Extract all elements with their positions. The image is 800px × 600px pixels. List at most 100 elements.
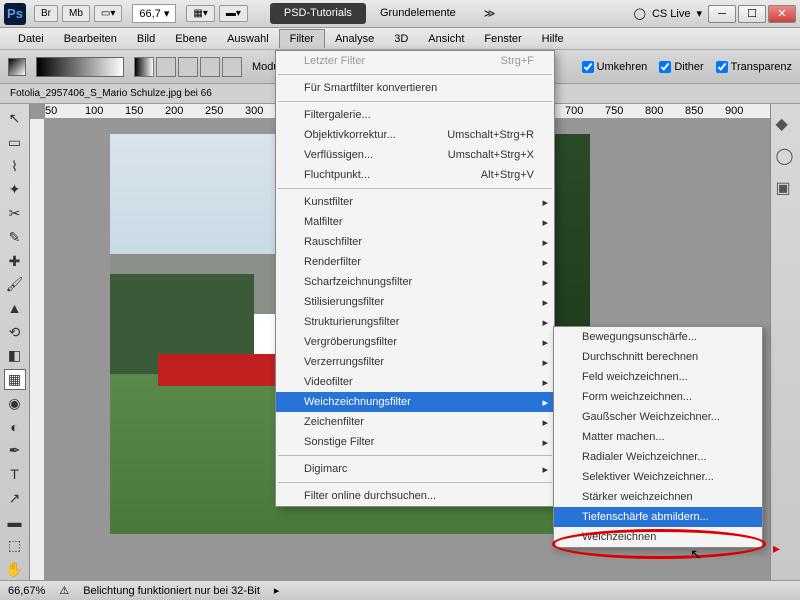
- statusbar: 66,67% ⚠ Belichtung funktioniert nur bei…: [0, 580, 800, 600]
- annotation-arrow: ▸: [773, 540, 780, 557]
- tool-preset-icon[interactable]: [8, 58, 26, 76]
- dd-scharf[interactable]: Scharfzeichnungsfilter▸: [276, 272, 554, 292]
- zoom-display[interactable]: 66,7 ▾: [132, 4, 176, 23]
- checkbox-transparenz[interactable]: Transparenz: [716, 61, 792, 73]
- dd-verzerrung[interactable]: Verzerrungsfilter▸: [276, 352, 554, 372]
- gradient-radial[interactable]: [156, 57, 176, 77]
- bridge-button[interactable]: Br: [34, 5, 58, 22]
- dd-online[interactable]: Filter online durchsuchen...: [276, 486, 554, 506]
- status-info-icon: ⚠: [59, 584, 69, 597]
- viewextras-button[interactable]: ▦▾: [186, 5, 214, 22]
- workspace-tab-2[interactable]: Grundelemente: [366, 3, 470, 24]
- sm-bewegung[interactable]: Bewegungsunschärfe...: [554, 327, 762, 347]
- checkbox-dither[interactable]: Dither: [659, 61, 703, 73]
- dd-rauschfilter[interactable]: Rauschfilter▸: [276, 232, 554, 252]
- close-button[interactable]: ✕: [768, 5, 796, 23]
- crop-tool[interactable]: ✂: [4, 203, 26, 225]
- status-info: Belichtung funktioniert nur bei 32-Bit: [83, 585, 260, 597]
- dd-zeichen[interactable]: Zeichenfilter▸: [276, 412, 554, 432]
- dd-video[interactable]: Videofilter▸: [276, 372, 554, 392]
- minibridge-button[interactable]: Mb: [62, 5, 90, 22]
- sm-gauss[interactable]: Gaußscher Weichzeichner...: [554, 407, 762, 427]
- ruler-vertical: [30, 119, 45, 580]
- sm-tiefen[interactable]: Tiefenschärfe abmildern...: [554, 507, 762, 527]
- menu-ebene[interactable]: Ebene: [165, 30, 217, 48]
- gradient-reflected[interactable]: [200, 57, 220, 77]
- gradient-diamond[interactable]: [222, 57, 242, 77]
- 3d-tool[interactable]: ⬚: [4, 535, 26, 557]
- cslive-icon: ◯: [634, 7, 646, 20]
- filter-dropdown: Letzter FilterStrg+F Für Smartfilter kon…: [275, 50, 555, 507]
- gradient-preview[interactable]: [36, 57, 124, 77]
- menu-analyse[interactable]: Analyse: [325, 30, 384, 48]
- history-tool[interactable]: ⟲: [4, 321, 26, 343]
- gradient-linear[interactable]: [134, 57, 154, 77]
- screenmode-button[interactable]: ▭▾: [94, 5, 122, 22]
- sm-staerker[interactable]: Stärker weichzeichnen: [554, 487, 762, 507]
- wand-tool[interactable]: ✦: [4, 179, 26, 201]
- toolbox: ↖ ▭ ⌇ ✦ ✂ ✎ ✚ 🖌 ▲ ⟲ ◧ ▦ ◉ ◐ ✒ T ↗ ▬ ⬚ ✋: [0, 104, 30, 580]
- dd-malfilter[interactable]: Malfilter▸: [276, 212, 554, 232]
- eraser-tool[interactable]: ◧: [4, 345, 26, 367]
- dd-digimarc[interactable]: Digimarc▸: [276, 459, 554, 479]
- dd-renderfilter[interactable]: Renderfilter▸: [276, 252, 554, 272]
- sm-feld[interactable]: Feld weichzeichnen...: [554, 367, 762, 387]
- marquee-tool[interactable]: ▭: [4, 132, 26, 154]
- eyedropper-tool[interactable]: ✎: [4, 227, 26, 249]
- sm-form[interactable]: Form weichzeichnen...: [554, 387, 762, 407]
- dd-struktur[interactable]: Strukturierungsfilter▸: [276, 312, 554, 332]
- dd-objektiv[interactable]: Objektivkorrektur...Umschalt+Strg+R: [276, 125, 554, 145]
- path-tool[interactable]: ↗: [4, 487, 26, 509]
- menu-bild[interactable]: Bild: [127, 30, 165, 48]
- pen-tool[interactable]: ✒: [4, 440, 26, 462]
- dd-weich[interactable]: Weichzeichnungsfilter▸: [276, 392, 554, 412]
- dd-smartfilter[interactable]: Für Smartfilter konvertieren: [276, 78, 554, 98]
- sm-selektiv[interactable]: Selektiver Weichzeichner...: [554, 467, 762, 487]
- type-tool[interactable]: T: [4, 464, 26, 486]
- dd-verfluessigen[interactable]: Verflüssigen...Umschalt+Strg+X: [276, 145, 554, 165]
- menu-bearbeiten[interactable]: Bearbeiten: [54, 30, 127, 48]
- menu-filter[interactable]: Filter: [279, 29, 325, 48]
- gradient-tool[interactable]: ▦: [4, 369, 26, 391]
- status-zoom[interactable]: 66,67%: [8, 585, 45, 597]
- minimize-button[interactable]: ─: [708, 5, 736, 23]
- dd-stil[interactable]: Stilisierungsfilter▸: [276, 292, 554, 312]
- brush-tool[interactable]: 🖌: [4, 274, 26, 296]
- heal-tool[interactable]: ✚: [4, 250, 26, 272]
- dd-vergroeberung[interactable]: Vergröberungsfilter▸: [276, 332, 554, 352]
- dd-kunstfilter[interactable]: Kunstfilter▸: [276, 192, 554, 212]
- right-panel: ◆ ◯ ▣: [770, 104, 800, 580]
- gradient-angle[interactable]: [178, 57, 198, 77]
- sm-weichzeichnen[interactable]: Weichzeichnen: [554, 527, 762, 547]
- dodge-tool[interactable]: ◐: [4, 416, 26, 438]
- gradient-type-group: [134, 57, 242, 77]
- maximize-button[interactable]: ☐: [738, 5, 766, 23]
- menu-3d[interactable]: 3D: [384, 30, 418, 48]
- dd-sonstige[interactable]: Sonstige Filter▸: [276, 432, 554, 452]
- lasso-tool[interactable]: ⌇: [4, 155, 26, 177]
- workspace-tab-active[interactable]: PSD-Tutorials: [270, 3, 366, 24]
- dd-fluchtpunkt[interactable]: Fluchtpunkt...Alt+Strg+V: [276, 165, 554, 185]
- cslive-label[interactable]: CS Live: [652, 8, 691, 20]
- stamp-tool[interactable]: ▲: [4, 298, 26, 320]
- sm-radial[interactable]: Radialer Weichzeichner...: [554, 447, 762, 467]
- arrange-button[interactable]: ▬▾: [219, 5, 248, 22]
- panel-icon-1[interactable]: ◆: [776, 114, 796, 134]
- hand-tool[interactable]: ✋: [4, 558, 26, 580]
- move-tool[interactable]: ↖: [4, 108, 26, 130]
- checkbox-umkehren[interactable]: Umkehren: [582, 61, 648, 73]
- menu-datei[interactable]: Datei: [8, 30, 54, 48]
- workspace-more[interactable]: ≫: [470, 3, 510, 24]
- menu-fenster[interactable]: Fenster: [474, 30, 531, 48]
- blur-tool[interactable]: ◉: [4, 392, 26, 414]
- menu-auswahl[interactable]: Auswahl: [217, 30, 279, 48]
- shape-tool[interactable]: ▬: [4, 511, 26, 533]
- titlebar: Ps Br Mb ▭▾ 66,7 ▾ ▦▾ ▬▾ PSD-Tutorials G…: [0, 0, 800, 28]
- sm-matter[interactable]: Matter machen...: [554, 427, 762, 447]
- panel-icon-2[interactable]: ◯: [776, 146, 796, 166]
- panel-icon-3[interactable]: ▣: [776, 178, 796, 198]
- sm-durchschnitt[interactable]: Durchschnitt berechnen: [554, 347, 762, 367]
- dd-filtergalerie[interactable]: Filtergalerie...: [276, 105, 554, 125]
- menu-hilfe[interactable]: Hilfe: [532, 30, 574, 48]
- menu-ansicht[interactable]: Ansicht: [418, 30, 474, 48]
